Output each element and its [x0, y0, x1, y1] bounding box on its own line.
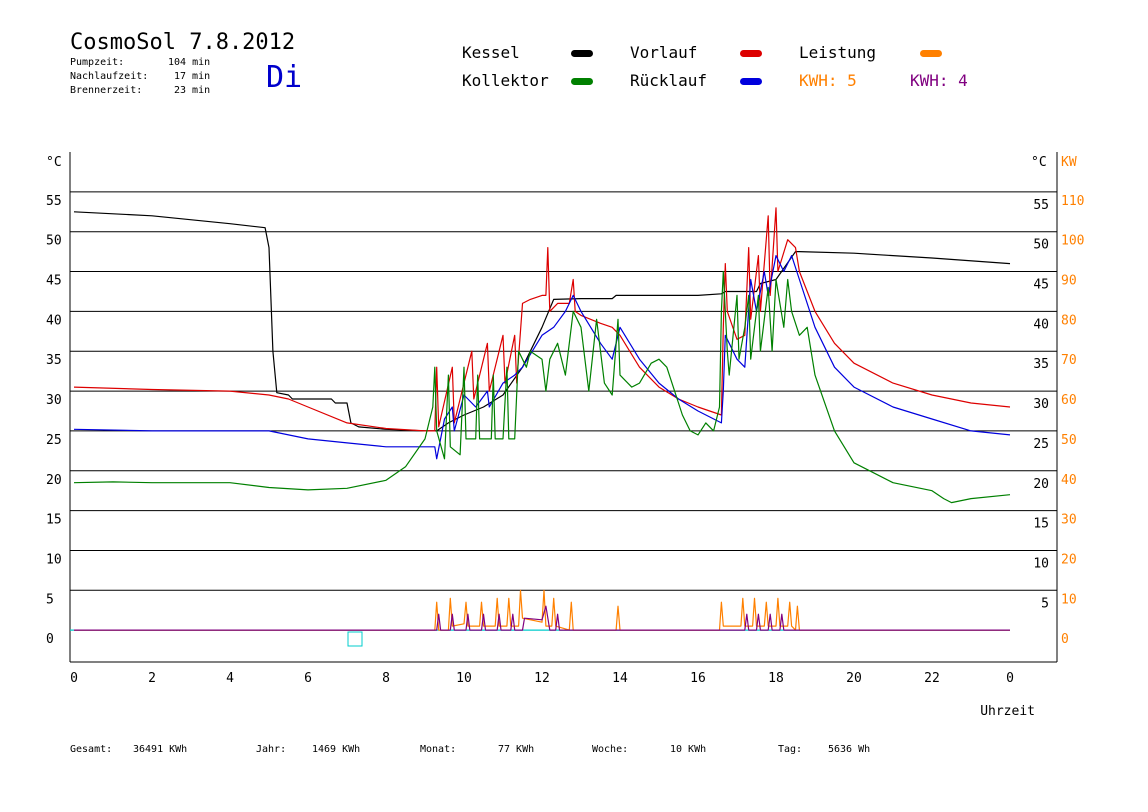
y-tick-left: 50 — [46, 234, 62, 249]
week-energy-value: 10 KWh — [670, 744, 707, 755]
y-tick-left: 20 — [46, 473, 62, 488]
y-tick-power: 20 — [1061, 552, 1077, 567]
year-energy-label: Jahr: — [256, 744, 287, 755]
y-tick-power: 100 — [1061, 234, 1084, 249]
week-energy-label: Woche: — [592, 744, 629, 755]
series-line — [73, 270, 1011, 504]
year-energy-value: 1469 KWh — [312, 744, 361, 755]
y-tick-left: 55 — [46, 194, 62, 209]
y-tick-left: 0 — [46, 632, 54, 647]
x-tick-label: 4 — [226, 671, 234, 686]
x-tick-label: 0 — [70, 671, 78, 686]
x-tick-label: 8 — [382, 671, 390, 686]
y-unit-right: °C — [1031, 155, 1047, 170]
series-line — [73, 211, 1011, 432]
y-tick-power: 90 — [1061, 274, 1077, 289]
y-tick-right: 25 — [1033, 437, 1049, 452]
month-energy-value: 77 KWh — [498, 744, 535, 755]
y-tick-power: 30 — [1061, 513, 1077, 528]
month-energy-label: Monat: — [420, 744, 457, 755]
y-tick-right: 20 — [1033, 477, 1049, 492]
x-tick-label: 14 — [612, 671, 628, 686]
y-tick-right: 5 — [1041, 596, 1049, 611]
x-tick-label: 10 — [456, 671, 472, 686]
x-tick-label: 18 — [768, 671, 784, 686]
x-tick-label: 20 — [846, 671, 862, 686]
y-tick-right: 30 — [1033, 397, 1049, 412]
y-unit-power: KW — [1061, 155, 1077, 170]
y-tick-power: 0 — [1061, 632, 1069, 647]
y-tick-left: 30 — [46, 393, 62, 408]
y-tick-power: 70 — [1061, 353, 1077, 368]
y-tick-left: 15 — [46, 513, 62, 528]
y-tick-right: 55 — [1033, 198, 1049, 213]
series-line — [73, 207, 1011, 432]
y-tick-left: 35 — [46, 353, 62, 368]
cursor-marker — [347, 631, 363, 647]
day-energy-value: 5636 Wh — [828, 744, 871, 755]
y-tick-left: 45 — [46, 274, 62, 289]
y-unit-left: °C — [46, 155, 62, 170]
y-tick-power: 40 — [1061, 473, 1077, 488]
x-tick-label: 2 — [148, 671, 156, 686]
x-tick-label: 12 — [534, 671, 550, 686]
y-tick-left: 40 — [46, 313, 62, 328]
y-tick-power: 10 — [1061, 592, 1077, 607]
y-tick-power: 80 — [1061, 313, 1077, 328]
y-tick-left: 10 — [46, 552, 62, 567]
y-tick-right: 50 — [1033, 238, 1049, 253]
y-tick-right: 40 — [1033, 317, 1049, 332]
series-line — [73, 255, 1011, 460]
y-tick-right: 10 — [1033, 556, 1049, 571]
y-tick-left: 25 — [46, 433, 62, 448]
y-tick-left: 5 — [46, 592, 54, 607]
x-axis-label: Uhrzeit — [980, 704, 1035, 719]
x-tick-label: 16 — [690, 671, 706, 686]
y-tick-power: 110 — [1061, 194, 1084, 209]
day-energy-label: Tag: — [778, 744, 803, 755]
y-tick-right: 35 — [1033, 357, 1049, 372]
x-tick-label: 6 — [304, 671, 312, 686]
y-tick-right: 45 — [1033, 278, 1049, 293]
y-tick-power: 50 — [1061, 433, 1077, 448]
total-energy-value: 36491 KWh — [133, 744, 188, 755]
series-line — [74, 589, 1010, 631]
x-tick-label: 0 — [1006, 671, 1014, 686]
temperature-chart: °C °C KW0510152025303540455055510152025303… — [46, 152, 1084, 719]
y-tick-power: 60 — [1061, 393, 1077, 408]
total-energy-label: Gesamt: — [70, 744, 113, 755]
series-line — [74, 605, 1010, 631]
y-tick-right: 15 — [1033, 517, 1049, 532]
x-tick-label: 22 — [924, 671, 940, 686]
